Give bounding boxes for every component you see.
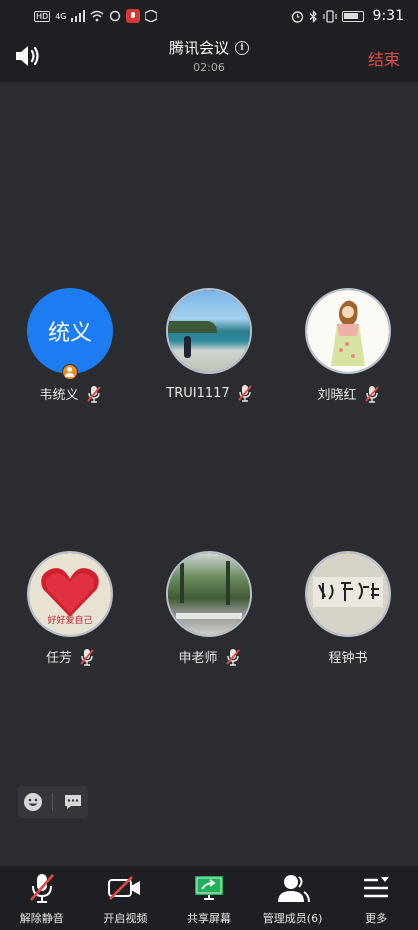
- chat-icon[interactable]: [63, 792, 83, 812]
- participant-name: 任芳: [45, 651, 72, 666]
- meeting-toolbar: 解除静音 开启视频 共享屏幕 管理成员(6) 更多: [0, 866, 418, 930]
- avatar-caption: 好好爱自己: [47, 616, 93, 626]
- participant-name: 韦统义: [39, 388, 79, 403]
- meeting-title[interactable]: 腾讯会议: [169, 37, 229, 58]
- calligraphy-photo: [307, 553, 389, 635]
- participant-tile[interactable]: 刘晓红: [293, 288, 403, 403]
- participant-name: TRUI1117: [166, 385, 230, 401]
- video-off-icon: [108, 876, 141, 900]
- reaction-bar: [18, 786, 88, 818]
- illustration-photo: [307, 290, 389, 372]
- avatar: [166, 551, 252, 637]
- vibrate-icon: [322, 9, 337, 23]
- battery-icon: [341, 10, 364, 22]
- info-icon[interactable]: i: [235, 40, 249, 55]
- participant-tile[interactable]: 好好爱自己 任芳: [15, 551, 125, 666]
- more-label: 更多: [365, 912, 388, 925]
- mic-recording-icon: [126, 9, 141, 23]
- signal-icon: [71, 10, 86, 22]
- divider: [52, 793, 54, 811]
- share-label: 共享屏幕: [186, 912, 231, 925]
- participant-tile[interactable]: 申老师: [154, 551, 264, 666]
- avatar: [166, 288, 252, 374]
- meeting-timer: 02:06: [193, 61, 225, 74]
- emoji-icon[interactable]: [23, 792, 43, 812]
- unmute-label: 解除静音: [19, 912, 64, 925]
- mic-muted-icon: [86, 385, 101, 403]
- members-label: 管理成员(6): [262, 912, 323, 925]
- participant-tile[interactable]: 程钟书: [293, 551, 403, 666]
- avatar: 统义: [27, 288, 113, 380]
- share-screen-button[interactable]: 共享屏幕: [167, 866, 251, 926]
- meeting-header: 腾讯会议 i 02:06 结束: [0, 32, 418, 82]
- app-icon: [145, 10, 158, 22]
- alarm-icon: [291, 10, 303, 23]
- participant-name: 程钟书: [328, 651, 368, 666]
- avatar: [305, 551, 391, 637]
- participant-tile[interactable]: 统义 韦统义: [15, 288, 125, 403]
- beach-photo: [168, 290, 250, 372]
- share-screen-icon: [194, 876, 223, 900]
- more-button[interactable]: 更多: [334, 866, 418, 926]
- participant-name: 申老师: [178, 651, 218, 666]
- avatar: 好好爱自己: [27, 551, 113, 637]
- host-badge-icon: [62, 364, 78, 380]
- participant-tile[interactable]: TRUI1117: [154, 288, 264, 402]
- manage-members-button[interactable]: 管理成员(6): [251, 866, 335, 926]
- wifi-icon: [91, 10, 104, 22]
- mic-muted-icon: [238, 385, 252, 402]
- hd-indicator: HD: [34, 10, 51, 22]
- avatar-initials: 统义: [47, 321, 92, 346]
- sync-icon: [110, 10, 121, 22]
- clock: 9:31: [372, 8, 404, 24]
- participant-name: 刘晓红: [317, 388, 357, 403]
- members-icon: [277, 875, 310, 903]
- video-label: 开启视频: [103, 912, 148, 925]
- mic-muted-icon: [364, 385, 379, 403]
- network-label: 4G: [55, 11, 67, 21]
- meeting-title-area: 腾讯会议 i 02:06: [0, 37, 418, 74]
- garden-photo: [168, 553, 250, 635]
- status-bar: HD 4G 9:31: [0, 0, 418, 32]
- end-meeting-button[interactable]: 结束: [368, 46, 400, 70]
- avatar: [305, 288, 391, 374]
- mic-muted-icon: [80, 648, 94, 666]
- unmute-button[interactable]: 解除静音: [0, 866, 84, 926]
- heart-photo: 好好爱自己: [29, 553, 111, 635]
- more-menu-icon: [364, 877, 390, 898]
- bluetooth-icon: [309, 9, 317, 23]
- mic-muted-icon: [29, 874, 54, 903]
- mic-muted-icon: [225, 648, 240, 666]
- start-video-button[interactable]: 开启视频: [84, 866, 168, 926]
